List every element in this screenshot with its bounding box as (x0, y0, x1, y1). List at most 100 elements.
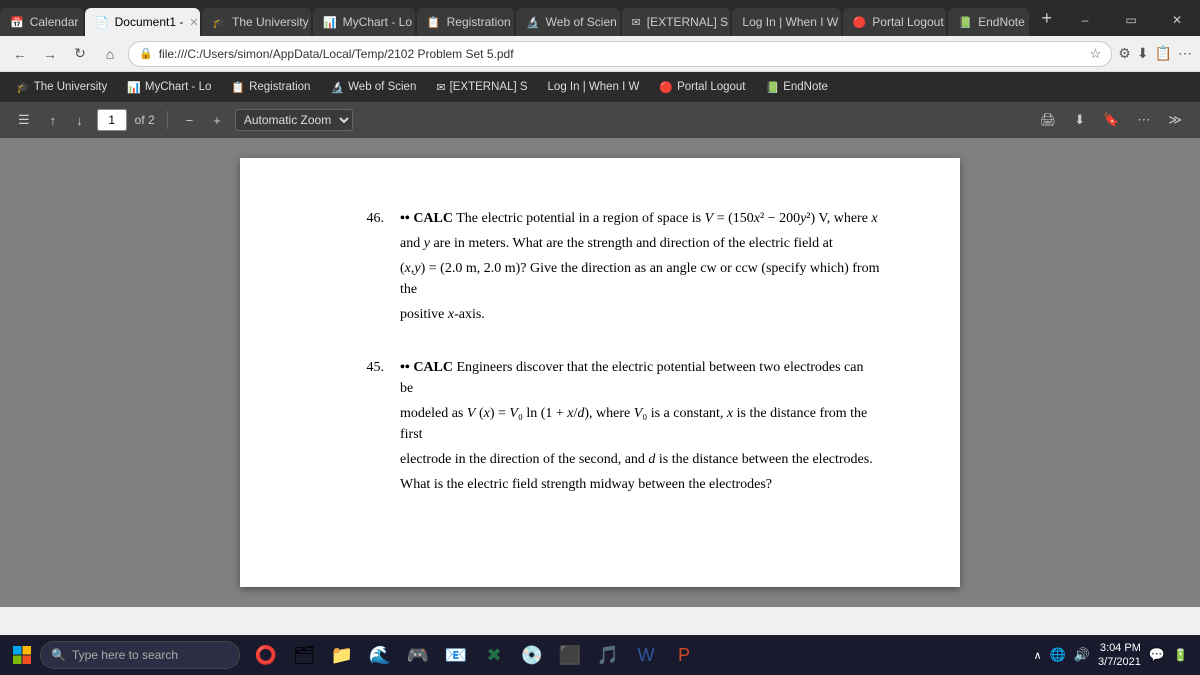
taskbar-app-taskview[interactable]: 🗂 (286, 637, 322, 673)
home-button[interactable]: ⌂ (98, 42, 122, 66)
bookmark-endnote[interactable]: 📗 EndNote (758, 79, 836, 96)
bookmark-login[interactable]: Log In | When I W (540, 79, 648, 95)
pdf-page-input[interactable]: 1 (97, 109, 127, 131)
tab-endnote[interactable]: 📗 EndNote (948, 8, 1029, 36)
notification-icon[interactable]: 💬 (1149, 647, 1165, 663)
tab-bar: 📅 Calendar 📄 Document1 - ✕ 🎓 The Univers… (0, 0, 1200, 36)
bookmark-university[interactable]: 🎓 The University (8, 79, 115, 96)
taskbar-app-word[interactable]: W (628, 637, 664, 673)
current-time: 3:04 PM (1098, 641, 1141, 655)
reading-list-icon[interactable]: 📋 (1155, 45, 1172, 62)
extensions-icon[interactable]: ⚙ (1118, 45, 1131, 62)
pdf-bookmark-button[interactable]: 🔖 (1097, 109, 1125, 131)
tab-document1-label: Document1 - (115, 15, 184, 29)
menu-icon[interactable]: ⋯ (1178, 45, 1192, 62)
taskbar-app-edge[interactable]: 🌊 (362, 637, 398, 673)
maximize-button[interactable]: ▭ (1108, 4, 1154, 36)
tab-close-button[interactable]: ✕ (189, 16, 198, 29)
tab-login[interactable]: Log In | When I W (732, 8, 840, 36)
taskbar-app-powerpoint[interactable]: P (666, 637, 702, 673)
network-icon[interactable]: 🌐 (1050, 647, 1066, 663)
close-button[interactable]: ✕ (1154, 4, 1200, 36)
download-icon[interactable]: ⬇ (1137, 45, 1149, 62)
tab-external-label: [EXTERNAL] S (647, 15, 728, 29)
current-date: 3/7/2021 (1098, 655, 1141, 669)
bookmark-login-label: Log In | When I W (548, 81, 640, 93)
portallogout-icon: 🔴 (853, 16, 867, 29)
taskbar-app-steam[interactable]: 🎮 (400, 637, 436, 673)
document-icon: 📄 (95, 16, 109, 29)
webofscience-icon: 🔬 (526, 16, 540, 29)
address-bar-row: ← → ↻ ⌂ 🔒 file:///C:/Users/simon/AppData… (0, 36, 1200, 72)
tab-portallogout[interactable]: 🔴 Portal Logout (843, 8, 947, 36)
problem-45-line2: modeled as V (x) = V₀ ln (1 + x/d), wher… (400, 403, 880, 445)
problem-45-keyword: CALC (413, 360, 453, 375)
tab-mychart[interactable]: 📊 MyChart - Lo (313, 8, 415, 36)
windows-logo-icon (12, 645, 32, 665)
problem-46-keyword: CALC (413, 211, 453, 226)
pdf-save-button[interactable]: ⬇ (1068, 109, 1091, 131)
registration-icon: 📋 (427, 16, 441, 29)
taskbar-app-terminal[interactable]: ⬛ (552, 637, 588, 673)
taskbar-app-mail[interactable]: 📧 (438, 637, 474, 673)
tab-document1[interactable]: 📄 Document1 - ✕ (85, 8, 200, 36)
bookmark-registration-icon: 📋 (231, 81, 245, 94)
toolbar-separator-1 (167, 111, 168, 129)
problem-46-number: 46. (340, 208, 400, 329)
bookmarks-bar: 🎓 The University 📊 MyChart - Lo 📋 Regist… (0, 72, 1200, 102)
pdf-zoom-out-button[interactable]: − (180, 110, 200, 131)
tab-university[interactable]: 🎓 The University (202, 8, 311, 36)
problem-45-line3: electrode in the direction of the second… (400, 449, 880, 470)
search-placeholder: Type here to search (72, 648, 178, 662)
forward-button[interactable]: → (38, 42, 62, 66)
bookmark-webofscience[interactable]: 🔬 Web of Scien (322, 79, 424, 96)
bookmark-registration[interactable]: 📋 Registration (223, 79, 318, 96)
start-button[interactable] (4, 637, 40, 673)
taskbar-app-cd[interactable]: 💿 (514, 637, 550, 673)
pdf-scroll-down-button[interactable]: ↓ (70, 110, 89, 131)
back-button[interactable]: ← (8, 42, 32, 66)
bookmark-registration-label: Registration (249, 81, 310, 93)
address-box[interactable]: 🔒 file:///C:/Users/simon/AppData/Local/T… (128, 41, 1112, 67)
bookmark-portallogout[interactable]: 🔴 Portal Logout (651, 79, 753, 96)
tab-registration-label: Registration (447, 15, 511, 29)
tab-webofscience[interactable]: 🔬 Web of Scien (516, 8, 620, 36)
bookmark-mychart[interactable]: 📊 MyChart - Lo (119, 79, 219, 96)
battery-icon[interactable]: 🔋 (1173, 648, 1188, 662)
taskbar-search[interactable]: 🔍 Type here to search (40, 641, 240, 669)
taskbar-app-fileexplorer[interactable]: 📁 (324, 637, 360, 673)
pdf-scroll-up-button[interactable]: ↑ (44, 110, 63, 131)
email-icon: ✉ (632, 16, 641, 29)
bookmark-external[interactable]: ✉ [EXTERNAL] S (428, 79, 535, 96)
bookmark-external-icon: ✉ (436, 81, 445, 94)
pdf-toolbar-right: 🖨 ⬇ 🔖 ⋯ ≫ (1034, 109, 1188, 131)
taskbar-app-excel[interactable]: ✖ (476, 637, 512, 673)
pdf-zoom-select[interactable]: Automatic Zoom 50% 75% 100% 125% 150% (235, 109, 353, 131)
tab-calendar[interactable]: 📅 Calendar (0, 8, 83, 36)
pdf-zoom-in-button[interactable]: + (207, 110, 227, 131)
taskbar: 🔍 Type here to search ⭕ 🗂 📁 🌊 🎮 📧 ✖ 💿 ⬛ … (0, 635, 1200, 675)
pdf-more-button[interactable]: ⋯ (1131, 109, 1156, 131)
pdf-page-total: of 2 (135, 113, 155, 127)
problem-45-line4: What is the electric field strength midw… (400, 474, 880, 495)
tab-calendar-label: Calendar (30, 15, 79, 29)
chevron-up-icon[interactable]: ∧ (1034, 649, 1042, 662)
tab-external[interactable]: ✉ [EXTERNAL] S (622, 8, 731, 36)
pdf-expand-button[interactable]: ≫ (1162, 109, 1188, 131)
tab-webofscience-label: Web of Scien (546, 15, 617, 29)
volume-icon[interactable]: 🔊 (1074, 647, 1090, 663)
pdf-print-button[interactable]: 🖨 (1034, 109, 1063, 131)
problem-45-line1: •• CALC Engineers discover that the elec… (400, 357, 880, 399)
taskbar-app-itunes[interactable]: 🎵 (590, 637, 626, 673)
pdf-content-wrapper[interactable]: 46. •• CALC The electric potential in a … (0, 138, 1200, 607)
bookmark-star-icon[interactable]: ☆ (1090, 46, 1102, 62)
tab-registration[interactable]: 📋 Registration (417, 8, 514, 36)
search-icon: 🔍 (51, 648, 66, 662)
time-block[interactable]: 3:04 PM 3/7/2021 (1098, 641, 1141, 670)
reload-button[interactable]: ↻ (68, 42, 92, 66)
minimize-button[interactable]: – (1062, 4, 1108, 36)
pdf-toggle-sidebar-button[interactable]: ☰ (12, 109, 36, 131)
problem-46-line2: and y are in meters. What are the streng… (400, 233, 880, 254)
new-tab-button[interactable]: + (1031, 0, 1062, 36)
taskbar-app-cortana[interactable]: ⭕ (248, 637, 284, 673)
